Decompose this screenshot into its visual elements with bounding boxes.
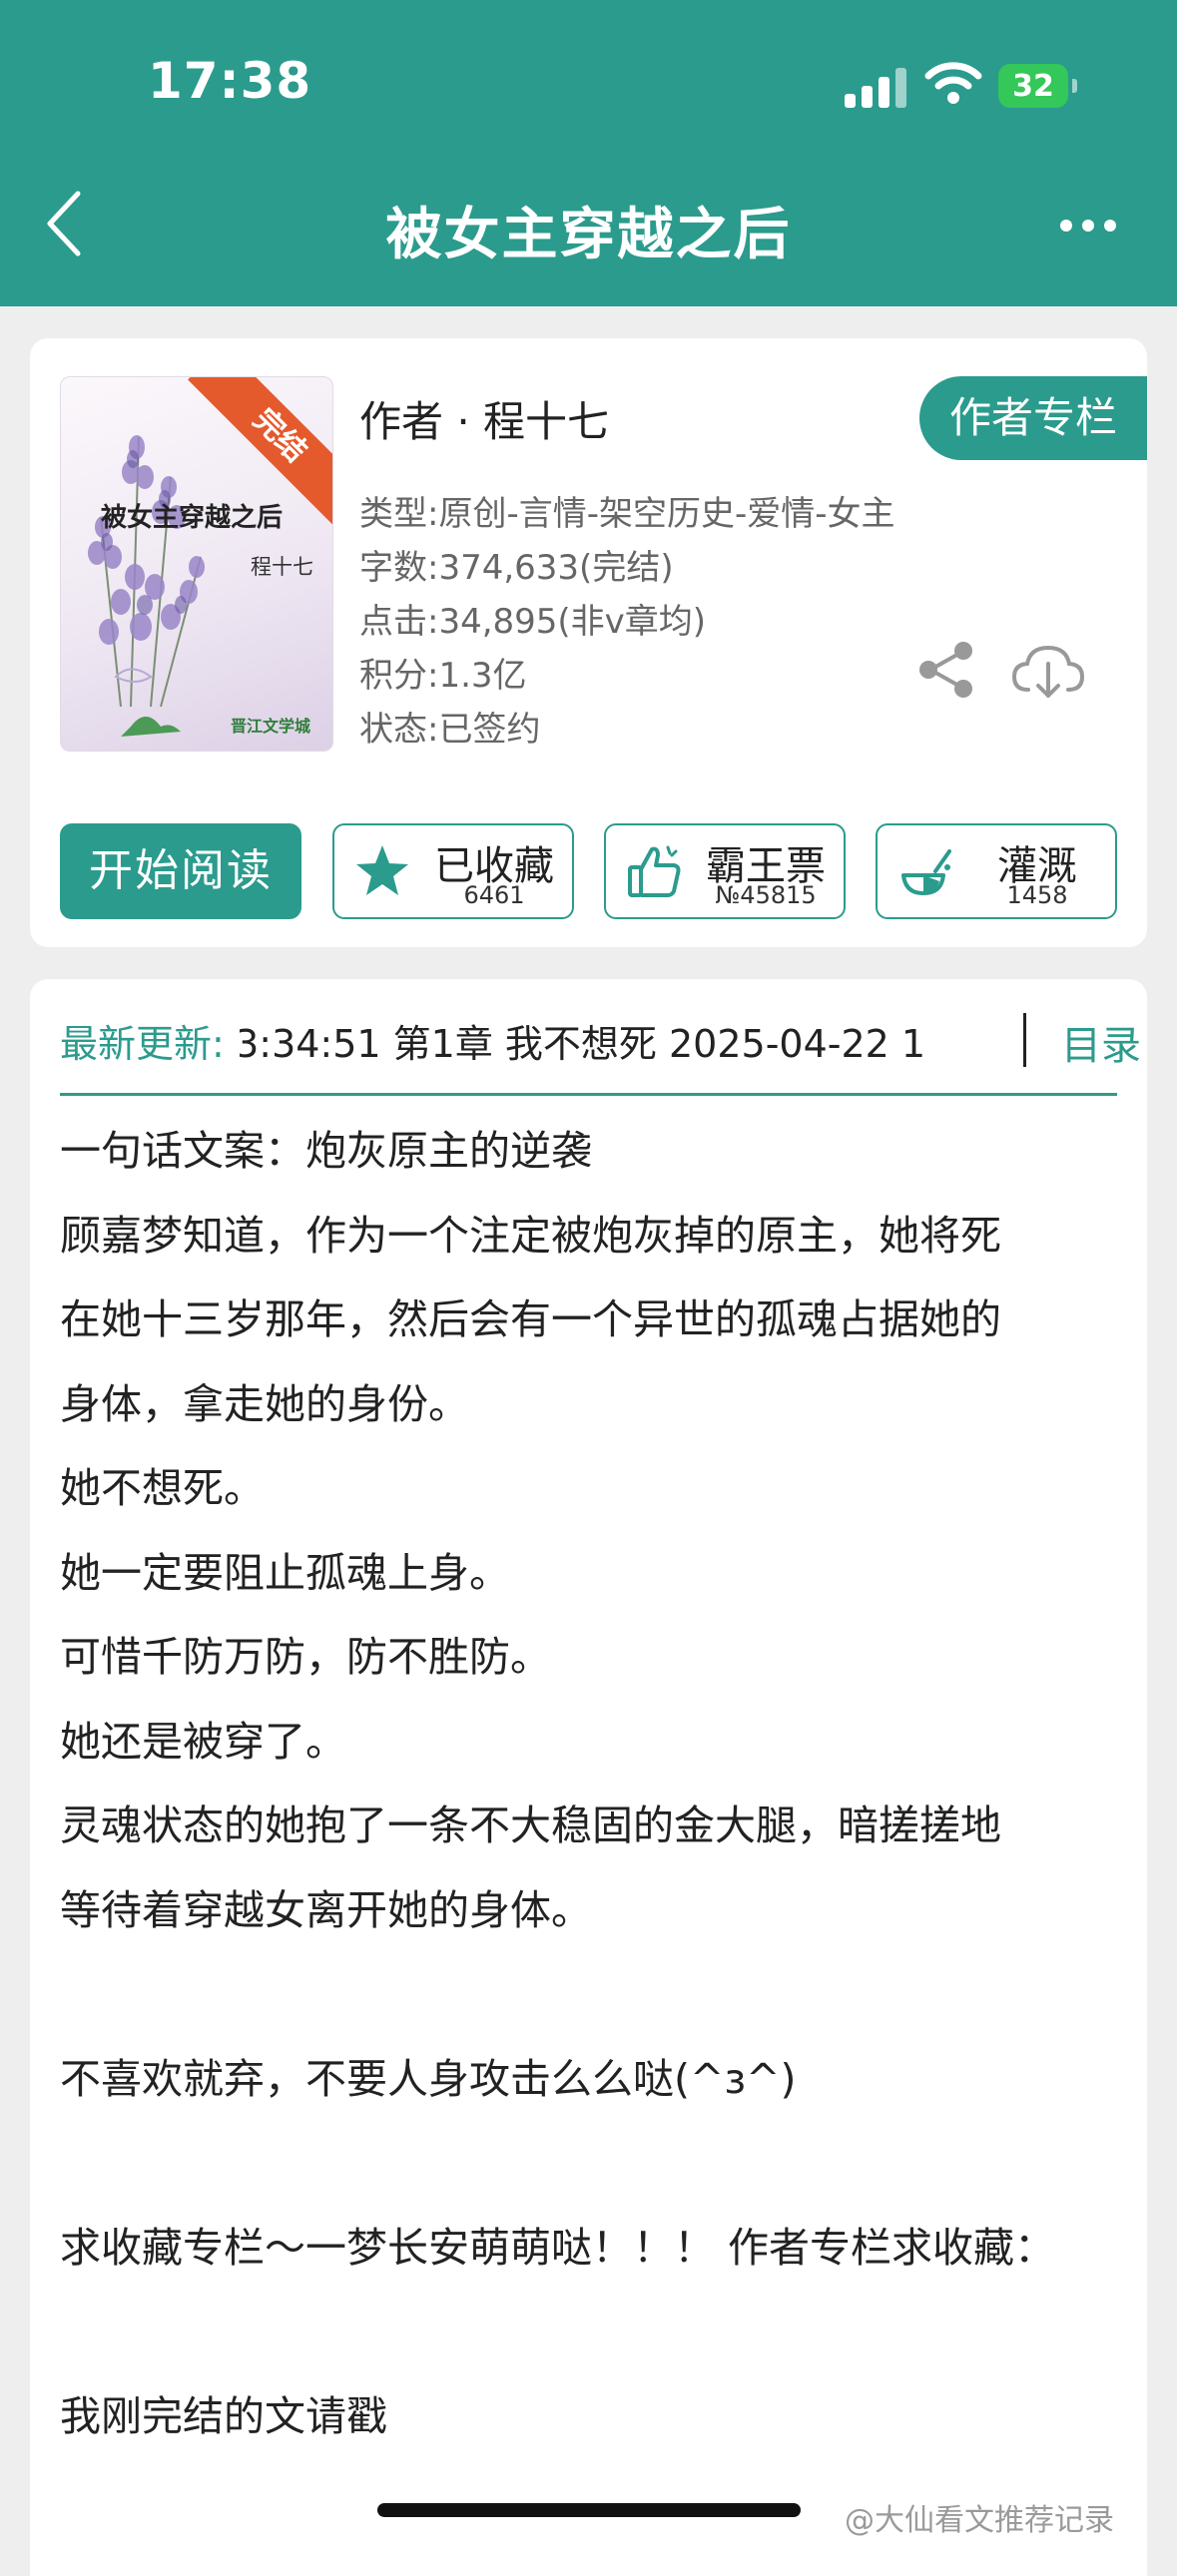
author-name[interactable]: 作者 · 程十七 [359, 388, 609, 449]
latest-update-marquee[interactable]: 2025-04-22 13:34:51 第1章 我不想死 2025-04-22 … [240, 1013, 1008, 1073]
top-bar: 17:38 32 被女主穿越之后 [0, 0, 1177, 306]
latest-update-text: 2025-04-22 13:34:51 第1章 我不想死 2025-04-22 … [240, 1022, 926, 1066]
book-info-card: 被女主穿越之后 程十七 完结 晋江文学城 作者 · 程十七 作者专栏 类型:原创… [30, 338, 1147, 947]
watering-icon [901, 849, 951, 895]
synopsis-line: 等待着穿越女离开她的身体。 [60, 1885, 592, 1934]
author-column-button[interactable]: 作者专栏 [919, 376, 1147, 460]
synopsis-line: 顾嘉梦知道，作为一个注定被炮灰掉的原主，她将死 [60, 1211, 1001, 1260]
share-icon[interactable] [916, 640, 976, 700]
cover-title: 被女主穿越之后 [101, 503, 284, 533]
page-title: 被女主穿越之后 [385, 203, 792, 267]
synopsis-line: 她不想死。 [60, 1464, 265, 1512]
update-divider [1023, 1013, 1026, 1067]
status-time: 17:38 [148, 52, 312, 110]
synopsis-line: 求收藏专栏～一梦长安萌萌哒！！！ 作者专栏求收藏： [60, 2223, 1056, 2272]
synopsis-line: 身体，拿走她的身份。 [60, 1379, 469, 1428]
synopsis-line: 可惜千防万防，防不胜防。 [60, 1633, 551, 1681]
synopsis-line [60, 1952, 1118, 2037]
download-icon[interactable] [1010, 640, 1086, 704]
synopsis-line: 她还是被穿了。 [60, 1717, 346, 1766]
synopsis-line: 我刚完结的文请戳 [60, 2391, 387, 2440]
synopsis-line: 她一定要阻止孤魂上身。 [60, 1548, 510, 1597]
watermark: @大仙看文推荐记录 [845, 2503, 1114, 2538]
thumbs-up-icon [628, 845, 681, 897]
cover-author: 程十七 [251, 555, 313, 579]
jjwxc-logo: 晋江文学城 [231, 717, 311, 736]
start-reading-button[interactable]: 开始阅读 [60, 823, 301, 919]
table-of-contents-button[interactable]: 目录 [1061, 1013, 1141, 1071]
meta-clicks: 点击:34,895(非v章均) [359, 602, 707, 642]
meta-score: 积分:1.3亿 [359, 656, 527, 696]
book-cover[interactable]: 被女主穿越之后 程十七 完结 晋江文学城 [60, 376, 333, 752]
synopsis-line: 不喜欢就弃，不要人身攻击么么哒(^з^) [60, 2054, 797, 2103]
collect-count: 6461 [463, 881, 525, 909]
home-indicator[interactable] [377, 2503, 801, 2517]
update-underline [60, 1093, 1117, 1096]
more-icon[interactable] [1060, 210, 1120, 240]
vote-count: №45815 [715, 881, 817, 909]
synopsis-line [60, 2290, 1118, 2374]
latest-update-label: 最新更新: [60, 1022, 225, 1066]
vote-button[interactable]: 霸王票 №45815 [604, 823, 846, 919]
synopsis: 一句话文案：炮灰原主的逆袭 顾嘉梦知道，作为一个注定被炮灰掉的原主，她将死 在她… [60, 1109, 1118, 2458]
description-card: 最新更新: 2025-04-22 13:34:51 第1章 我不想死 2025-… [30, 979, 1147, 2576]
signal-icon [845, 66, 908, 108]
synopsis-line [60, 2121, 1118, 2206]
synopsis-line: 一句话文案：炮灰原主的逆袭 [60, 1127, 592, 1175]
water-count: 1458 [1006, 881, 1068, 909]
synopsis-line: 灵魂状态的她抱了一条不大稳固的金大腿，暗搓搓地 [60, 1802, 1001, 1849]
wifi-icon [924, 62, 982, 104]
water-button[interactable]: 灌溉 1458 [876, 823, 1117, 919]
synopsis-line: 在她十三岁那年，然后会有一个异世的孤魂占据她的 [60, 1295, 1001, 1343]
meta-word-count: 字数:374,633(完结) [359, 548, 674, 588]
battery-level: 32 [1012, 68, 1054, 104]
collect-button[interactable]: 已收藏 6461 [332, 823, 574, 919]
latest-update-row: 最新更新: 2025-04-22 13:34:51 第1章 我不想死 2025-… [60, 1013, 1141, 1085]
meta-status: 状态:已签约 [359, 710, 541, 750]
meta-genre: 类型:原创-言情-架空历史-爱情-女主 [359, 494, 895, 534]
star-icon [356, 845, 408, 895]
battery-indicator: 32 [998, 64, 1077, 108]
